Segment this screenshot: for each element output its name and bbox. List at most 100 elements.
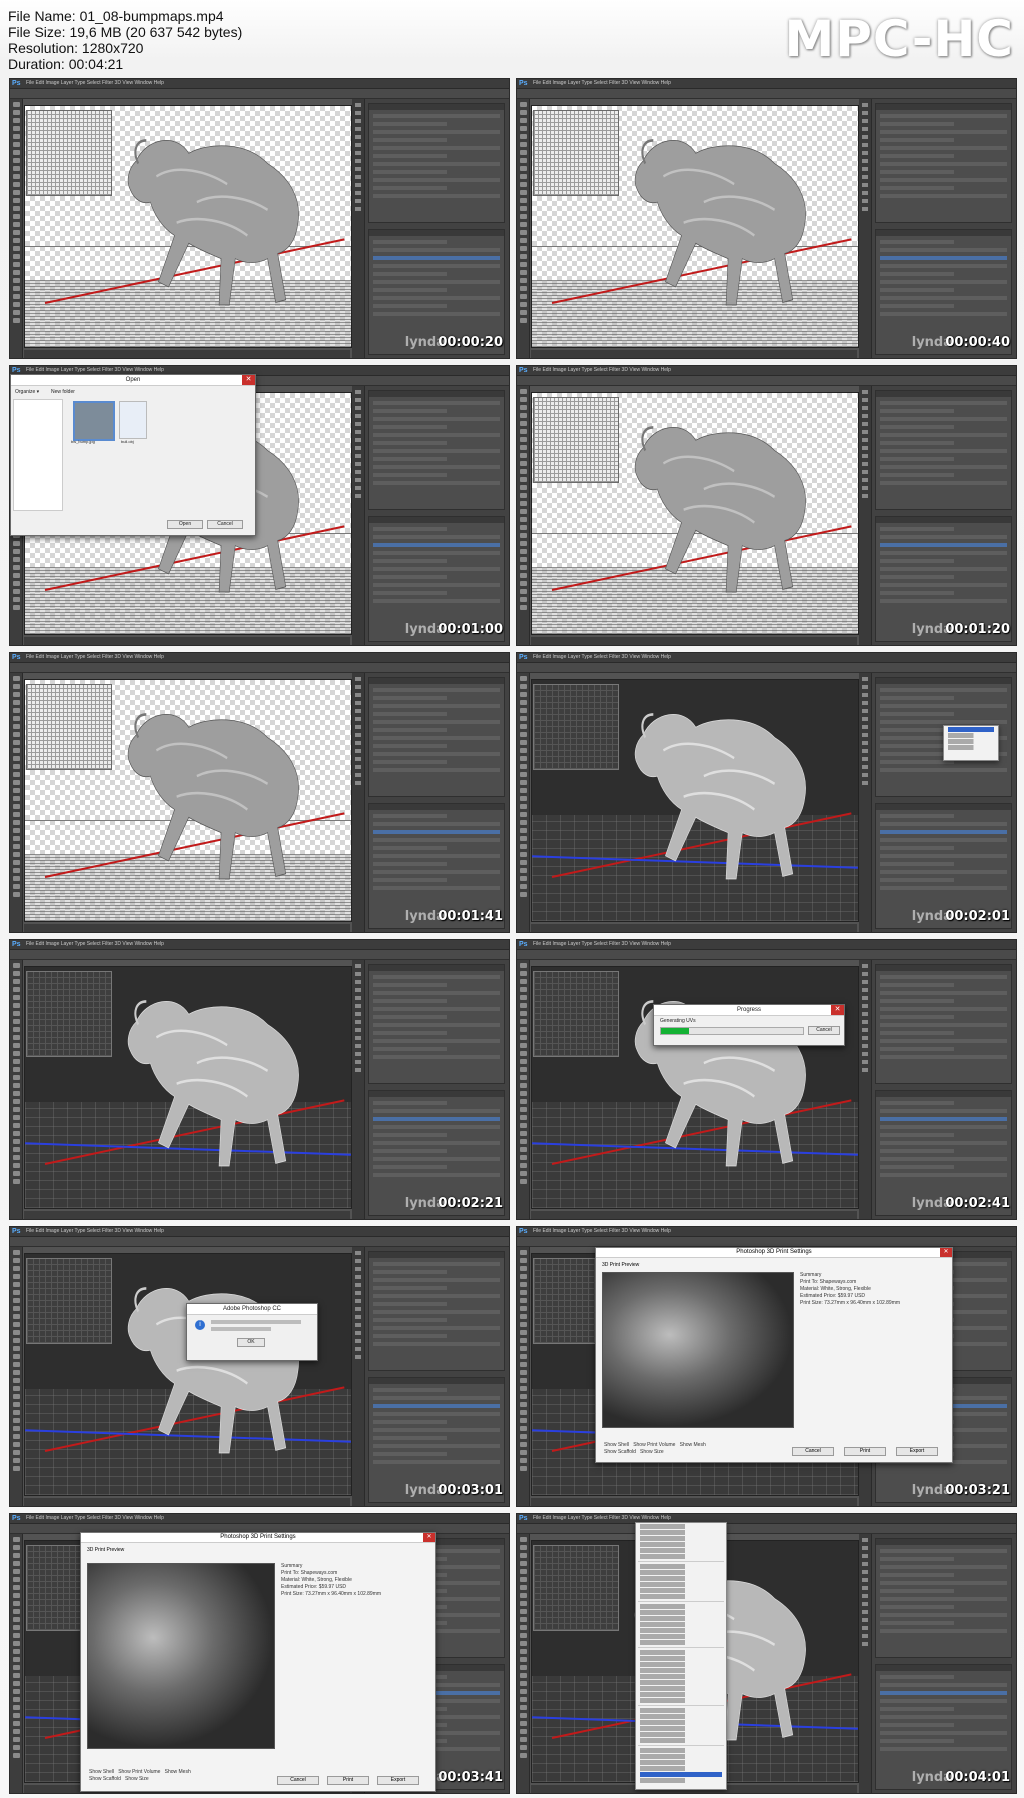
file-thumb-obj[interactable] (119, 401, 147, 439)
tool-icon[interactable] (12, 1298, 20, 1303)
menu-item[interactable] (640, 1668, 722, 1673)
tool-icon[interactable] (519, 1163, 527, 1168)
tool-icon[interactable] (519, 421, 527, 426)
tool-icon[interactable] (519, 405, 527, 410)
tool-icon[interactable] (12, 995, 20, 1000)
menu-item[interactable] (640, 1628, 722, 1633)
tool-icon[interactable] (519, 437, 527, 442)
tool-icon[interactable] (519, 796, 527, 801)
tool-icon[interactable] (12, 740, 20, 745)
tool-icon[interactable] (12, 748, 20, 753)
panel-icon[interactable] (355, 1028, 361, 1032)
tool-icon[interactable] (519, 581, 527, 586)
tool-icon[interactable] (12, 573, 20, 578)
tool-icon[interactable] (12, 1418, 20, 1423)
menu-item[interactable] (640, 1754, 722, 1759)
tool-icon[interactable] (12, 278, 20, 283)
tool-icon[interactable] (519, 310, 527, 315)
tool-icon[interactable] (519, 477, 527, 482)
menu-item[interactable] (640, 1692, 722, 1697)
cancel-button[interactable]: Cancel (277, 1776, 319, 1785)
tool-icon[interactable] (12, 1099, 20, 1104)
panel-icon[interactable] (355, 1259, 361, 1263)
panel-icon[interactable] (862, 414, 868, 418)
tool-icon[interactable] (12, 1163, 20, 1168)
tool-icon[interactable] (12, 1115, 20, 1120)
video-thumbnail[interactable]: Ps File Edit Image Layer Type Select Fil… (9, 78, 510, 359)
panel-icon[interactable] (355, 693, 361, 697)
panel-icon[interactable] (862, 127, 868, 131)
panel-icon[interactable] (862, 430, 868, 434)
tool-icon[interactable] (12, 1258, 20, 1263)
tool-icon[interactable] (12, 318, 20, 323)
tool-icon[interactable] (519, 1577, 527, 1582)
menu-item[interactable] (640, 1610, 722, 1615)
tool-icon[interactable] (519, 1035, 527, 1040)
tool-icon[interactable] (519, 485, 527, 490)
panel-icon[interactable] (862, 486, 868, 490)
panel-icon[interactable] (355, 677, 361, 681)
tool-icon[interactable] (12, 676, 20, 681)
menu-item[interactable] (640, 1738, 722, 1743)
tool-icon[interactable] (12, 557, 20, 562)
menu-item[interactable] (640, 1530, 722, 1535)
tool-icon[interactable] (519, 804, 527, 809)
tool-icon[interactable] (12, 1450, 20, 1455)
tool-icon[interactable] (519, 1625, 527, 1630)
tools-panel[interactable] (10, 1247, 23, 1506)
tool-icon[interactable] (519, 1107, 527, 1112)
tool-icon[interactable] (519, 254, 527, 259)
tool-icon[interactable] (519, 1410, 527, 1415)
options-bar[interactable] (10, 1237, 509, 1247)
tool-icon[interactable] (12, 1027, 20, 1032)
tool-icon[interactable] (519, 1027, 527, 1032)
tool-icon[interactable] (12, 1745, 20, 1750)
uv-preview-thumb[interactable] (26, 971, 112, 1057)
menu-item[interactable] (640, 1698, 722, 1703)
panel-icon[interactable] (862, 103, 868, 107)
tool-icon[interactable] (12, 1346, 20, 1351)
tool-icon[interactable] (12, 254, 20, 259)
tool-icon[interactable] (519, 1545, 527, 1550)
panel-icon[interactable] (355, 127, 361, 131)
show-mesh-checkbox[interactable]: Show Mesh (680, 1442, 706, 1448)
show-shell-checkbox[interactable]: Show Shell (604, 1442, 629, 1448)
tool-icon[interactable] (12, 1179, 20, 1184)
panel-icon[interactable] (355, 1331, 361, 1335)
panel-icon[interactable] (862, 1068, 868, 1072)
panel-icon[interactable] (862, 207, 868, 211)
panel-icon[interactable] (862, 191, 868, 195)
panel-icon[interactable] (355, 1275, 361, 1279)
panel-dock-icons[interactable] (859, 1534, 872, 1793)
menu-item[interactable] (640, 1542, 722, 1547)
tool-icon[interactable] (519, 1123, 527, 1128)
panel-icon[interactable] (355, 1291, 361, 1295)
tool-icon[interactable] (519, 1458, 527, 1463)
uv-preview-thumb[interactable] (533, 971, 619, 1057)
menu-items[interactable]: File Edit Image Layer Type Select Filter… (26, 79, 164, 88)
show-scaffold-checkbox[interactable]: Show Scaffold (604, 1449, 636, 1455)
video-thumbnail[interactable]: Ps File Edit Image Layer Type Select Fil… (516, 365, 1017, 646)
tool-icon[interactable] (12, 1426, 20, 1431)
tool-icon[interactable] (519, 1681, 527, 1686)
tool-icon[interactable] (519, 533, 527, 538)
menu-item[interactable] (640, 1766, 722, 1771)
tool-icon[interactable] (519, 892, 527, 897)
panel-icon[interactable] (862, 1036, 868, 1040)
tool-icon[interactable] (519, 852, 527, 857)
tool-icon[interactable] (12, 262, 20, 267)
tools-panel[interactable] (10, 99, 23, 358)
tool-icon[interactable] (519, 1418, 527, 1423)
print-preview-viewport[interactable] (602, 1272, 794, 1428)
properties-panel[interactable] (875, 390, 1012, 510)
panel-icon[interactable] (862, 183, 868, 187)
tool-icon[interactable] (519, 708, 527, 713)
options-bar[interactable] (517, 376, 1016, 386)
open-button[interactable]: Open (167, 520, 203, 529)
menu-items[interactable]: File Edit Image Layer Type Select Filter… (26, 940, 164, 949)
panel-icon[interactable] (355, 980, 361, 984)
panel-icon[interactable] (862, 119, 868, 123)
tool-icon[interactable] (519, 262, 527, 267)
panel-icon[interactable] (862, 462, 868, 466)
file-thumb-bump[interactable] (73, 401, 115, 441)
